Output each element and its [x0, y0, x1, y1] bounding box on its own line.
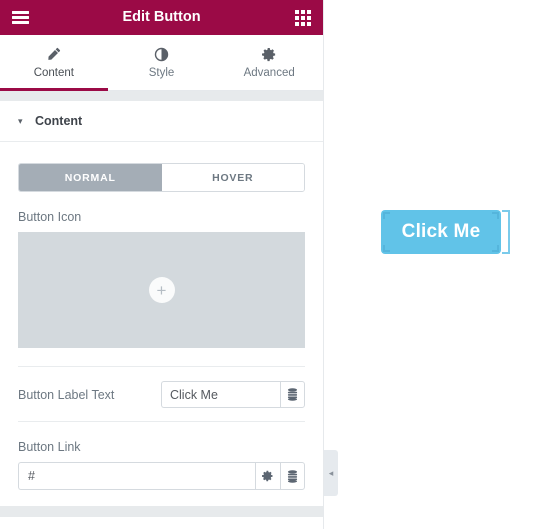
field-row-button-label-text: Button Label Text [18, 367, 305, 421]
field-label-button-label-text: Button Label Text [18, 387, 115, 402]
field-label-button-link: Button Link [18, 440, 81, 454]
panel-spacer [0, 506, 323, 517]
hamburger-bar [12, 16, 29, 19]
tab-content[interactable]: Content [0, 35, 108, 91]
selection-handle-top-left[interactable] [383, 212, 390, 219]
widget-resize-handle-right[interactable] [502, 210, 510, 254]
chevron-down-icon: ▾ [18, 115, 23, 126]
panel-title: Edit Button [122, 9, 201, 25]
section-header-settings[interactable]: ▸ Settings [0, 517, 323, 529]
pencil-icon [46, 46, 62, 62]
tab-style[interactable]: Style [108, 35, 216, 90]
divider [18, 421, 305, 422]
editor-panel: Edit Button Content Style Advanced ▾ Con… [0, 0, 324, 529]
state-toggle-hover[interactable]: HOVER [161, 164, 304, 191]
hamburger-menu-icon[interactable] [12, 11, 29, 24]
section-title-content: Content [35, 114, 83, 128]
gear-icon [261, 46, 277, 62]
panel-tabs: Content Style Advanced [0, 35, 323, 91]
tab-advanced-label: Advanced [243, 67, 295, 79]
chevron-left-icon: ◂ [328, 467, 334, 478]
tab-style-label: Style [148, 67, 175, 79]
button-label-text-control [161, 381, 305, 408]
button-icon-picker[interactable]: + [18, 232, 305, 348]
panel-spacer [0, 91, 323, 101]
field-label-button-icon: Button Icon [18, 210, 82, 224]
state-toggle: NORMAL HOVER [18, 163, 305, 192]
content-section-body: NORMAL HOVER Button Icon + Button Label … [0, 142, 323, 506]
contrast-circle-icon [154, 46, 170, 62]
state-toggle-normal[interactable]: NORMAL [19, 164, 162, 191]
preview-canvas: Click Me [330, 0, 544, 529]
selected-widget-wrapper[interactable]: Click Me [381, 210, 510, 254]
dynamic-tags-icon[interactable] [280, 381, 305, 408]
tab-content-label: Content [33, 67, 74, 79]
button-widget[interactable]: Click Me [381, 210, 501, 254]
selection-handle-top-right[interactable] [492, 212, 499, 219]
section-header-content[interactable]: ▾ Content [0, 101, 323, 142]
selection-handle-bottom-right[interactable] [492, 245, 499, 252]
state-toggle-row: NORMAL HOVER [18, 142, 305, 192]
button-widget-label: Click Me [401, 221, 481, 242]
elementor-editor-screen: Click Me Edit Button Content Style Advan… [0, 0, 544, 529]
selection-handle-bottom-left[interactable] [383, 245, 390, 252]
field-row-button-link: Button Link [18, 440, 305, 506]
dynamic-tags-icon[interactable] [280, 462, 305, 490]
button-link-control [18, 462, 305, 490]
collapse-panel-button[interactable]: ◂ [324, 450, 338, 496]
plus-icon[interactable]: + [148, 277, 175, 303]
hamburger-bar [12, 21, 29, 24]
button-label-text-input[interactable] [161, 381, 280, 408]
panel-header: Edit Button [0, 0, 323, 35]
button-link-input[interactable] [18, 462, 255, 490]
tab-advanced[interactable]: Advanced [215, 35, 323, 90]
link-options-gear-icon[interactable] [255, 462, 280, 490]
hamburger-bar [12, 11, 29, 14]
apps-grid-icon[interactable] [295, 9, 311, 26]
